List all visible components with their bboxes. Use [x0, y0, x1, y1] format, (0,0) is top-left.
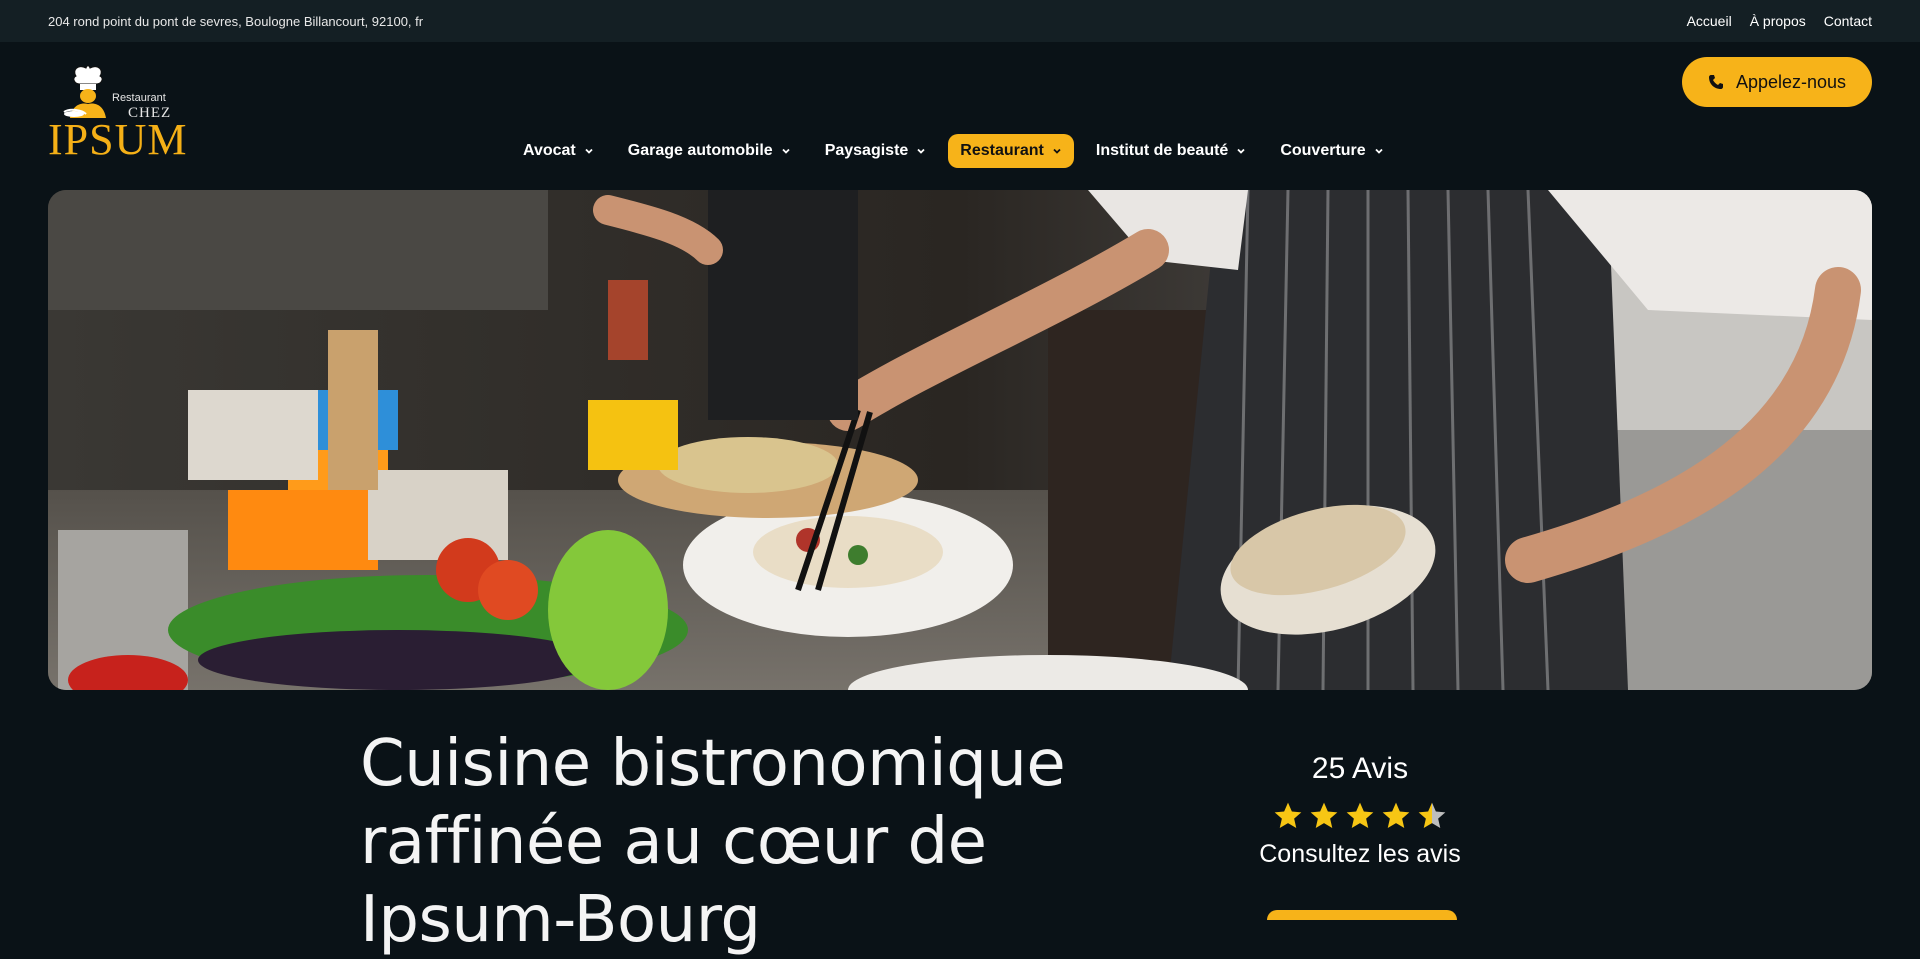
nav-item-paysagiste[interactable]: Paysagiste [813, 134, 939, 168]
nav-item-label: Restaurant [960, 142, 1044, 159]
review-count: 25 Avis [1311, 752, 1409, 785]
nav-item-label: Garage automobile [627, 142, 773, 159]
nav-item-restaurant[interactable]: Restaurant [948, 134, 1074, 168]
chevron-down-icon [1375, 148, 1383, 154]
kitchen-photo [48, 190, 1872, 690]
chevron-down-icon [1053, 148, 1061, 154]
call-button-label: Appelez-nous [1735, 71, 1847, 92]
chef-icon [63, 65, 106, 118]
star-icon [1310, 802, 1338, 828]
logo-brand-text: IPSUM [48, 115, 188, 164]
reviews-widget: 25 Avis Consultez les avis [1240, 752, 1480, 920]
nav-item-label: Institut de beauté [1095, 142, 1229, 159]
star-half-icon [1418, 802, 1446, 828]
chevron-down-icon [1237, 148, 1245, 154]
address-text: 204 rond point du pont de sevres, Boulog… [48, 13, 424, 29]
link-contact[interactable]: Contact [1824, 13, 1872, 29]
hero-image [48, 190, 1872, 690]
star-rating [1240, 800, 1480, 832]
call-button[interactable]: Appelez-nous [1682, 57, 1872, 107]
link-accueil[interactable]: Accueil [1687, 13, 1732, 29]
logo-restaurant-text: Restaurant [112, 92, 166, 104]
nav-item-label: Paysagiste [824, 142, 909, 159]
chevron-down-icon [782, 148, 790, 154]
nav-item-avocat[interactable]: Avocat [511, 134, 606, 168]
page-headline: Cuisine bistronomique raffinée au cœur d… [360, 727, 1066, 957]
star-icon [1382, 802, 1410, 828]
nav-item-garage[interactable]: Garage automobile [616, 134, 803, 168]
reviews-button[interactable] [1267, 910, 1457, 920]
star-icon [1346, 802, 1374, 828]
top-bar: 204 rond point du pont de sevres, Boulog… [0, 0, 1920, 42]
nav-item-label: Avocat [523, 142, 576, 159]
chevron-down-icon [917, 148, 925, 154]
main-nav: Avocat Garage automobile Paysagiste Rest… [511, 134, 1396, 168]
nav-item-institut[interactable]: Institut de beauté [1084, 134, 1258, 168]
site-logo[interactable]: Restaurant CHEZ IPSUM [48, 62, 188, 162]
chevron-down-icon [585, 148, 593, 154]
top-links: Accueil À propos Contact [1687, 13, 1872, 29]
nav-item-couverture[interactable]: Couverture [1268, 134, 1395, 168]
star-icon [1274, 802, 1302, 828]
nav-item-label: Couverture [1280, 142, 1366, 159]
link-a-propos[interactable]: À propos [1750, 13, 1806, 29]
phone-icon [1708, 75, 1723, 89]
consult-reviews-link[interactable]: Consultez les avis [1240, 840, 1480, 869]
